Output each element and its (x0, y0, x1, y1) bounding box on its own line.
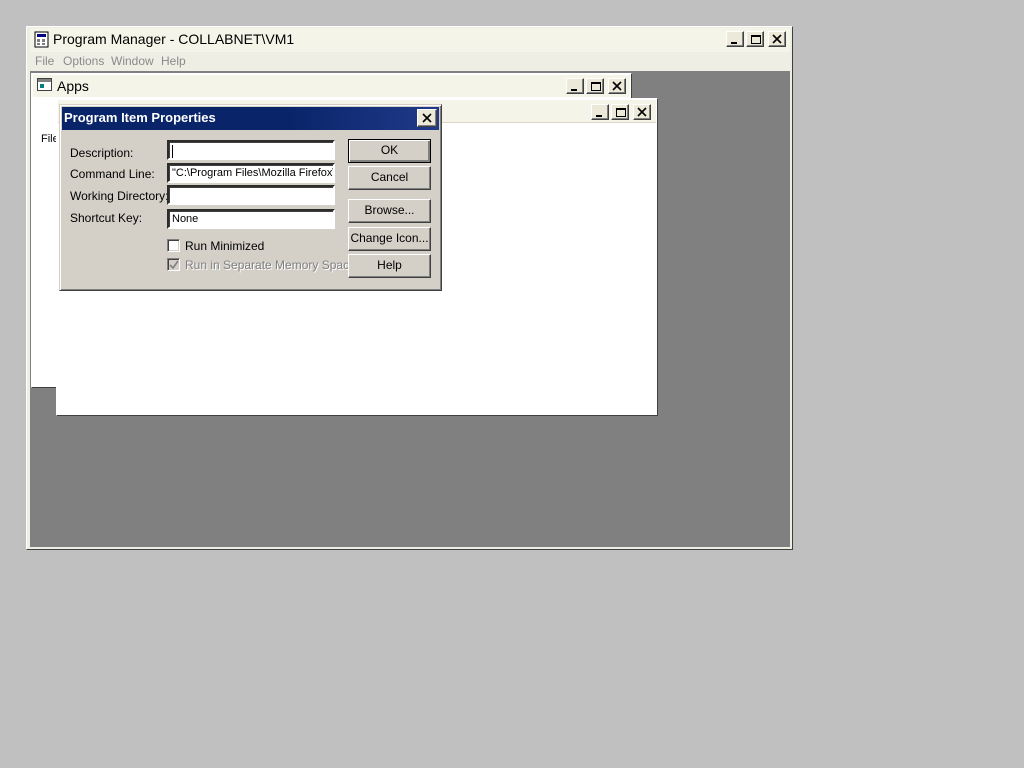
separate-memory-checkbox (167, 258, 180, 271)
shortcut-key-label: Shortcut Key: (70, 211, 143, 225)
dialog-close-button[interactable] (417, 109, 437, 127)
run-minimized-checkbox[interactable] (167, 239, 180, 252)
shortcut-key-input[interactable]: None (167, 209, 335, 229)
maximize-icon (591, 82, 601, 91)
text-caret (172, 145, 173, 158)
menu-window[interactable]: Window (111, 54, 154, 68)
program-manager-icon (34, 31, 50, 48)
browse-button[interactable]: Browse... (348, 199, 431, 223)
win2-maximize-button[interactable] (611, 104, 629, 120)
minimize-icon (731, 42, 737, 44)
separate-memory-label: Run in Separate Memory Space (185, 258, 356, 272)
close-button[interactable] (768, 31, 786, 47)
checkmark-icon (169, 260, 179, 270)
program-manager-title-bar[interactable]: Program Manager - COLLABNET\VM1 (30, 28, 790, 52)
maximize-icon (616, 108, 626, 117)
help-button[interactable]: Help (348, 254, 431, 278)
minimize-button[interactable] (726, 31, 744, 47)
minimize-icon (571, 89, 577, 91)
command-line-input[interactable]: "C:\Program Files\Mozilla Firefox\f (167, 163, 335, 183)
close-icon (422, 113, 432, 123)
group-window-icon (37, 78, 53, 92)
menu-bar: File Options Window Help (30, 52, 790, 71)
working-directory-label: Working Directory: (70, 189, 169, 203)
maximize-icon (751, 35, 761, 44)
menu-file[interactable]: File (35, 54, 54, 68)
apps-close-button[interactable] (608, 78, 626, 94)
minimize-icon (596, 115, 602, 117)
close-icon (637, 107, 647, 117)
cancel-button[interactable]: Cancel (348, 166, 431, 190)
ok-button[interactable]: OK (348, 139, 431, 163)
apps-title-bar[interactable]: Apps (33, 75, 630, 97)
run-minimized-label[interactable]: Run Minimized (185, 239, 264, 253)
apps-title: Apps (57, 78, 89, 94)
command-line-label: Command Line: (70, 167, 155, 181)
close-icon (772, 34, 782, 44)
menu-options[interactable]: Options (63, 54, 104, 68)
working-directory-input[interactable] (167, 185, 335, 205)
change-icon-button[interactable]: Change Icon... (348, 227, 431, 251)
apps-maximize-button[interactable] (586, 78, 604, 94)
maximize-button[interactable] (746, 31, 764, 47)
description-label: Description: (70, 146, 134, 160)
description-input[interactable] (167, 140, 335, 160)
apps-minimize-button[interactable] (566, 78, 584, 94)
win2-minimize-button[interactable] (591, 104, 609, 120)
close-icon (612, 81, 622, 91)
dialog-title-bar[interactable]: Program Item Properties (62, 107, 439, 130)
menu-help[interactable]: Help (161, 54, 186, 68)
dialog-title: Program Item Properties (64, 110, 216, 125)
win2-close-button[interactable] (633, 104, 651, 120)
window-title: Program Manager - COLLABNET\VM1 (53, 31, 295, 47)
